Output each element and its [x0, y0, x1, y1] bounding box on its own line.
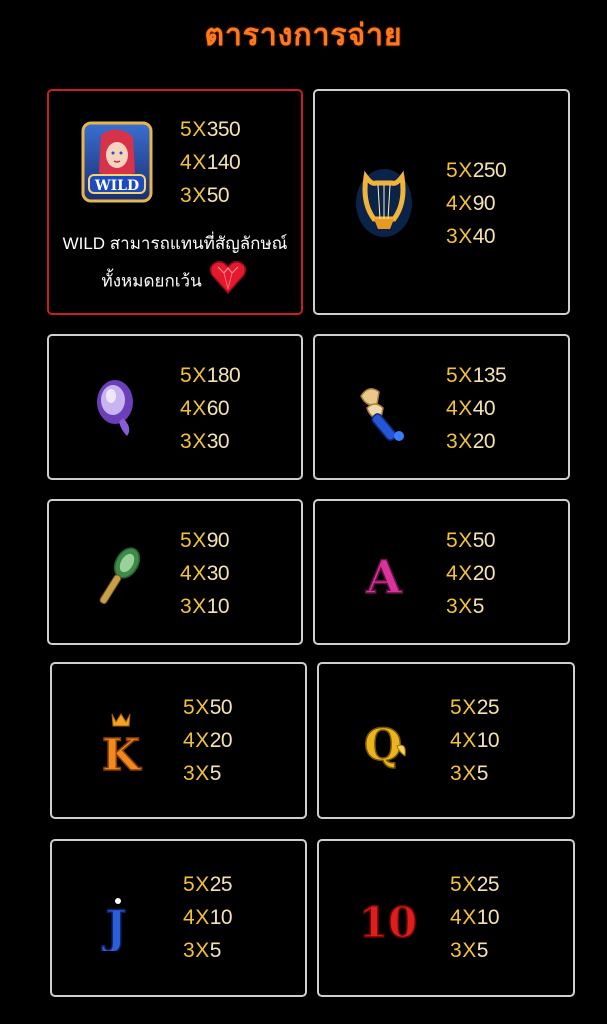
pay-row-5: 5X90 [180, 529, 230, 552]
letter-q-label: Q [364, 720, 402, 771]
conch-horn-icon [355, 382, 411, 444]
heart-gem-icon [208, 259, 248, 305]
pay-list: 5X250 4X90 3X40 [446, 154, 507, 253]
pay-row-5: 5X25 [450, 696, 500, 719]
wild-description: WILD สามารถแทนที่สัญลักษณ์ ทั้งหมดยกเว้น [49, 229, 301, 305]
letter-q-icon: Q [359, 712, 413, 772]
pay-list: 5X350 4X140 3X50 [180, 113, 241, 212]
wild-desc-line1: WILD สามารถแทนที่สัญลักษณ์ [62, 234, 288, 253]
pay-row-3: 3X5 [450, 762, 488, 785]
number-10-label: 10 [359, 898, 417, 947]
pay-row-4: 4X20 [183, 729, 233, 752]
symbol-card-wild: WILD 5X350 4X140 3X50 WILD สามารถแทนที่ส… [47, 89, 303, 315]
symbol-card-a: A 5X50 4X20 3X5 [313, 499, 570, 645]
pay-row-5: 5X50 [446, 529, 496, 552]
pay-row-5: 5X350 [180, 118, 241, 141]
pay-row-3: 3X40 [446, 225, 496, 248]
letter-a-label: A [365, 550, 403, 603]
pay-row-4: 4X10 [450, 729, 500, 752]
pay-row-3: 3X20 [446, 430, 496, 453]
pay-row-5: 5X25 [450, 873, 500, 896]
golden-lyre-icon [352, 163, 416, 241]
pay-list: 5X135 4X40 3X20 [446, 359, 507, 458]
symbol-card-k: K 5X50 4X20 3X5 [50, 662, 307, 819]
pay-row-4: 4X30 [180, 562, 230, 585]
wild-desc-line2: ทั้งหมดยกเว้น [101, 271, 202, 291]
pay-row-3: 3X5 [450, 939, 488, 962]
symbol-card-mirror: 5X90 4X30 3X10 [47, 499, 303, 645]
symbol-card-conch: 5X135 4X40 3X20 [313, 334, 570, 480]
letter-j-icon: J [96, 889, 136, 955]
pay-list: 5X90 4X30 3X10 [180, 524, 230, 623]
pay-list: 5X180 4X60 3X30 [180, 359, 241, 458]
letter-k-icon: K [96, 710, 146, 782]
pay-row-5: 5X25 [183, 873, 233, 896]
pay-row-4: 4X10 [450, 906, 500, 929]
pay-row-3: 3X5 [183, 939, 221, 962]
symbol-card-j: J 5X25 4X10 3X5 [50, 839, 307, 997]
letter-a-icon: A [359, 543, 409, 605]
pay-row-3: 3X10 [180, 595, 230, 618]
pay-row-4: 4X10 [183, 906, 233, 929]
pay-row-3: 3X50 [180, 184, 230, 207]
pay-row-3: 3X5 [183, 762, 221, 785]
number-10-icon: 10 [357, 889, 419, 949]
pay-row-3: 3X30 [180, 430, 230, 453]
pay-list: 5X25 4X10 3X5 [450, 691, 500, 790]
pay-row-5: 5X180 [180, 364, 241, 387]
wild-desc-line2-wrap: ทั้งหมดยกเว้น [49, 259, 301, 305]
pay-row-4: 4X90 [446, 192, 496, 215]
mermaid-wild-icon: WILD [81, 121, 153, 203]
symbol-card-q: Q 5X25 4X10 3X5 [317, 662, 575, 819]
pay-list: 5X50 4X20 3X5 [446, 524, 496, 623]
pay-row-4: 4X60 [180, 397, 230, 420]
symbol-card-shell: 5X180 4X60 3X30 [47, 334, 303, 480]
symbol-card-10: 10 5X25 4X10 3X5 [317, 839, 575, 997]
pay-row-4: 4X40 [446, 397, 496, 420]
pay-row-5: 5X50 [183, 696, 233, 719]
seaweed-mirror-icon [97, 545, 141, 609]
pay-row-5: 5X135 [446, 364, 507, 387]
letter-j-label: J [101, 900, 127, 951]
pay-row-3: 3X5 [446, 595, 484, 618]
pay-row-5: 5X250 [446, 159, 507, 182]
pay-row-4: 4X20 [446, 562, 496, 585]
letter-k-label: K [102, 730, 142, 776]
paytable-title: ตารางการจ่าย [204, 19, 403, 52]
pay-list: 5X50 4X20 3X5 [183, 691, 233, 790]
pay-list: 5X25 4X10 3X5 [183, 868, 233, 967]
pay-list: 5X25 4X10 3X5 [450, 868, 500, 967]
wild-icon-label: WILD [94, 178, 139, 194]
symbol-card-lyre: 5X250 4X90 3X40 [313, 89, 570, 315]
pay-row-4: 4X140 [180, 151, 241, 174]
purple-shell-icon [93, 376, 141, 442]
